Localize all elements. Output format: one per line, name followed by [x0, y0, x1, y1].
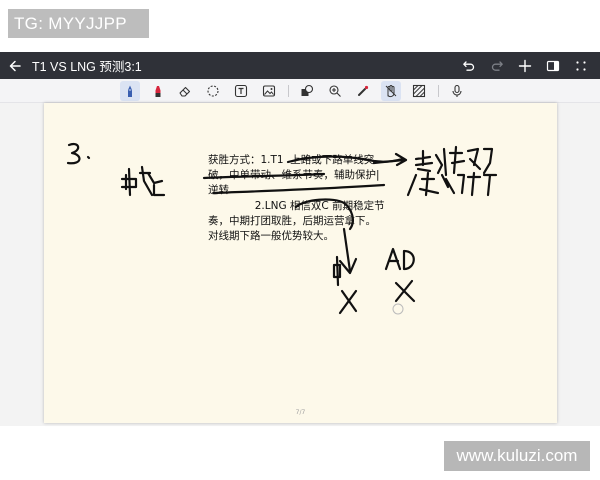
more-grid-icon — [576, 60, 586, 71]
sidebar-panel-button[interactable] — [542, 55, 564, 77]
image-tool[interactable] — [259, 81, 279, 101]
tg-label-overlay: TG: MYYJJPP — [8, 9, 149, 38]
lasso-tool[interactable] — [203, 81, 223, 101]
back-arrow-icon — [9, 60, 21, 71]
ink-stroke-zhonglu — [120, 165, 166, 197]
note-title: T1 VS LNG 预测3:1 — [32, 60, 142, 74]
ink-stroke-x-left — [338, 289, 358, 315]
page-indicator: 7/7 — [295, 409, 306, 416]
ink-stroke-ad — [384, 247, 415, 271]
canvas-area[interactable]: 获胜方式：1.T1 上路或下路单线突破，中单带动、维系节奏，辅助保护|逆转 2.… — [0, 103, 600, 426]
back-button[interactable] — [0, 52, 30, 79]
lasso-icon — [207, 85, 219, 97]
note-page[interactable]: 获胜方式：1.T1 上路或下路单线突破，中单带动、维系节奏，辅助保护|逆转 2.… — [44, 103, 557, 423]
image-icon — [262, 85, 276, 97]
ink-stroke-underline-mid — [202, 172, 326, 180]
microphone-tool[interactable] — [447, 81, 467, 101]
eraser-tool[interactable] — [175, 81, 195, 101]
pattern-icon — [412, 84, 426, 98]
watermark-overlay: www.kuluzi.com — [444, 441, 590, 471]
ink-stroke-curve — [294, 198, 354, 231]
toolbar-divider — [288, 85, 289, 97]
ink-stroke-sainata — [414, 145, 494, 177]
ink-stroke-underline-bottom — [212, 183, 386, 195]
undo-button[interactable] — [458, 55, 480, 77]
redo-button[interactable] — [486, 55, 508, 77]
pattern-tool[interactable] — [409, 81, 429, 101]
zoom-icon — [329, 85, 341, 97]
highlighter-tool[interactable] — [148, 81, 168, 101]
ink-stroke-vertical — [342, 227, 352, 273]
pen-tool[interactable] — [120, 81, 140, 101]
handwriting-layer — [66, 142, 498, 315]
ink-stroke-3 — [66, 142, 81, 165]
ink-stroke-guandeng — [418, 171, 498, 197]
drawing-toolbar — [0, 79, 600, 103]
text-tool[interactable] — [231, 81, 251, 101]
sidebar-panel-icon — [546, 60, 560, 71]
ink-stroke-dot — [86, 155, 91, 160]
add-button[interactable] — [514, 55, 536, 77]
shape-tool[interactable] — [297, 81, 317, 101]
shape-icon — [301, 84, 314, 96]
redo-icon — [491, 60, 503, 71]
eraser-icon — [179, 86, 191, 97]
more-grid-button[interactable] — [570, 55, 592, 77]
hand-icon — [385, 85, 397, 98]
title-bar: T1 VS LNG 预测3:1 — [0, 52, 600, 79]
microphone-icon — [452, 84, 462, 97]
laser-pointer-icon — [358, 85, 369, 96]
add-icon — [518, 59, 532, 72]
toolbar-divider — [438, 85, 439, 97]
zoom-tool[interactable] — [325, 81, 345, 101]
highlighter-icon — [155, 86, 161, 97]
undo-icon — [463, 60, 475, 71]
ink-stroke-arrow — [372, 152, 408, 167]
laser-pointer-tool[interactable] — [353, 81, 373, 101]
pen-cursor-icon — [392, 303, 404, 315]
ink-stroke-slash — [406, 173, 418, 197]
hand-tool[interactable] — [381, 81, 401, 101]
pen-icon — [128, 85, 132, 97]
ink-stroke-x-right — [394, 279, 416, 303]
text-icon — [234, 84, 248, 98]
